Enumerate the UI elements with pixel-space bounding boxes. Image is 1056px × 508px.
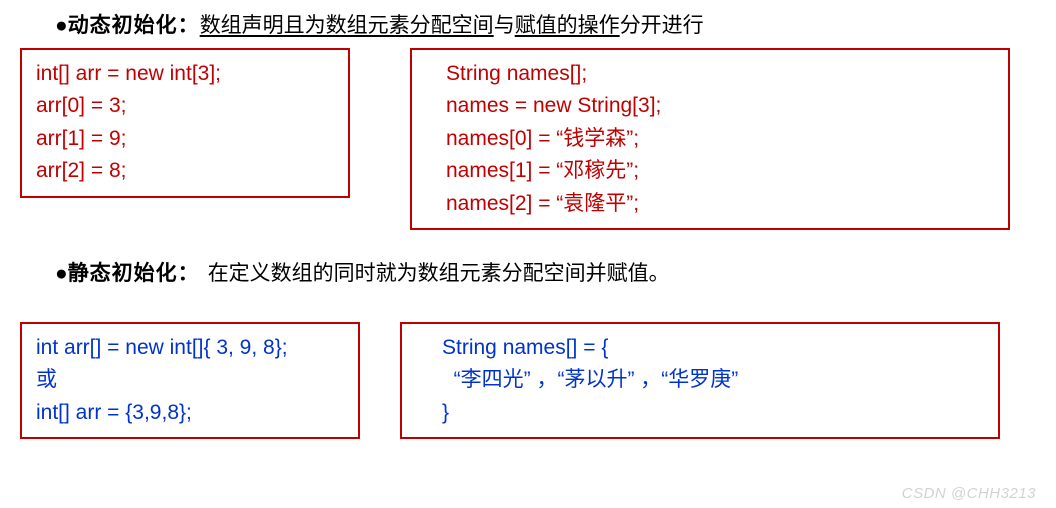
dynamic-title: 动态初始化： — [68, 14, 200, 37]
code-line: int[] arr = {3,9,8}; — [36, 397, 344, 430]
code-line: String names[]; — [446, 58, 994, 91]
static-code-row: int arr[] = new int[]{ 3, 9, 8}; 或 int[]… — [20, 322, 1036, 440]
code-line: names[0] = “钱学森”; — [446, 123, 994, 156]
code-line: names = new String[3]; — [446, 90, 994, 123]
dynamic-init-heading: ●动态初始化：数组声明且为数组元素分配空间与赋值的操作分开进行 — [55, 10, 1036, 42]
static-init-heading: ●静态初始化： 在定义数组的同时就为数组元素分配空间并赋值。 — [55, 258, 1036, 290]
dynamic-underlined-1: 数组声明且为数组元素分配空间 — [200, 14, 494, 37]
dynamic-after: 分开进行 — [620, 14, 704, 37]
code-line: names[2] = “袁隆平”; — [446, 188, 994, 221]
bullet-icon: ● — [55, 14, 68, 37]
code-line: } — [442, 397, 984, 430]
code-line: arr[1] = 9; — [36, 123, 334, 156]
code-box-string-static: String names[] = { “李四光” ，“茅以升” ，“华罗庚” } — [400, 322, 1000, 440]
bullet-icon: ● — [55, 262, 68, 285]
dynamic-code-row: int[] arr = new int[3]; arr[0] = 3; arr[… — [20, 48, 1036, 231]
code-line: arr[0] = 3; — [36, 90, 334, 123]
code-line: arr[2] = 8; — [36, 155, 334, 188]
code-line: String names[] = { — [442, 332, 984, 365]
code-line: int[] arr = new int[3]; — [36, 58, 334, 91]
dynamic-mid: 与 — [494, 14, 515, 37]
static-title: 静态初始化： — [68, 262, 200, 285]
code-box-int-dynamic: int[] arr = new int[3]; arr[0] = 3; arr[… — [20, 48, 350, 198]
static-desc: 在定义数组的同时就为数组元素分配空间并赋值。 — [208, 262, 670, 285]
watermark: CSDN @CHH3213 — [902, 485, 1036, 502]
dynamic-underlined-2: 赋值的操作 — [515, 14, 620, 37]
code-box-int-static: int arr[] = new int[]{ 3, 9, 8}; 或 int[]… — [20, 322, 360, 440]
code-line: 或 — [36, 364, 344, 397]
code-line: “李四光” ，“茅以升” ，“华罗庚” — [442, 364, 984, 397]
code-line: int arr[] = new int[]{ 3, 9, 8}; — [36, 332, 344, 365]
code-box-string-dynamic: String names[]; names = new String[3]; n… — [410, 48, 1010, 231]
code-line: names[1] = “邓稼先”; — [446, 155, 994, 188]
